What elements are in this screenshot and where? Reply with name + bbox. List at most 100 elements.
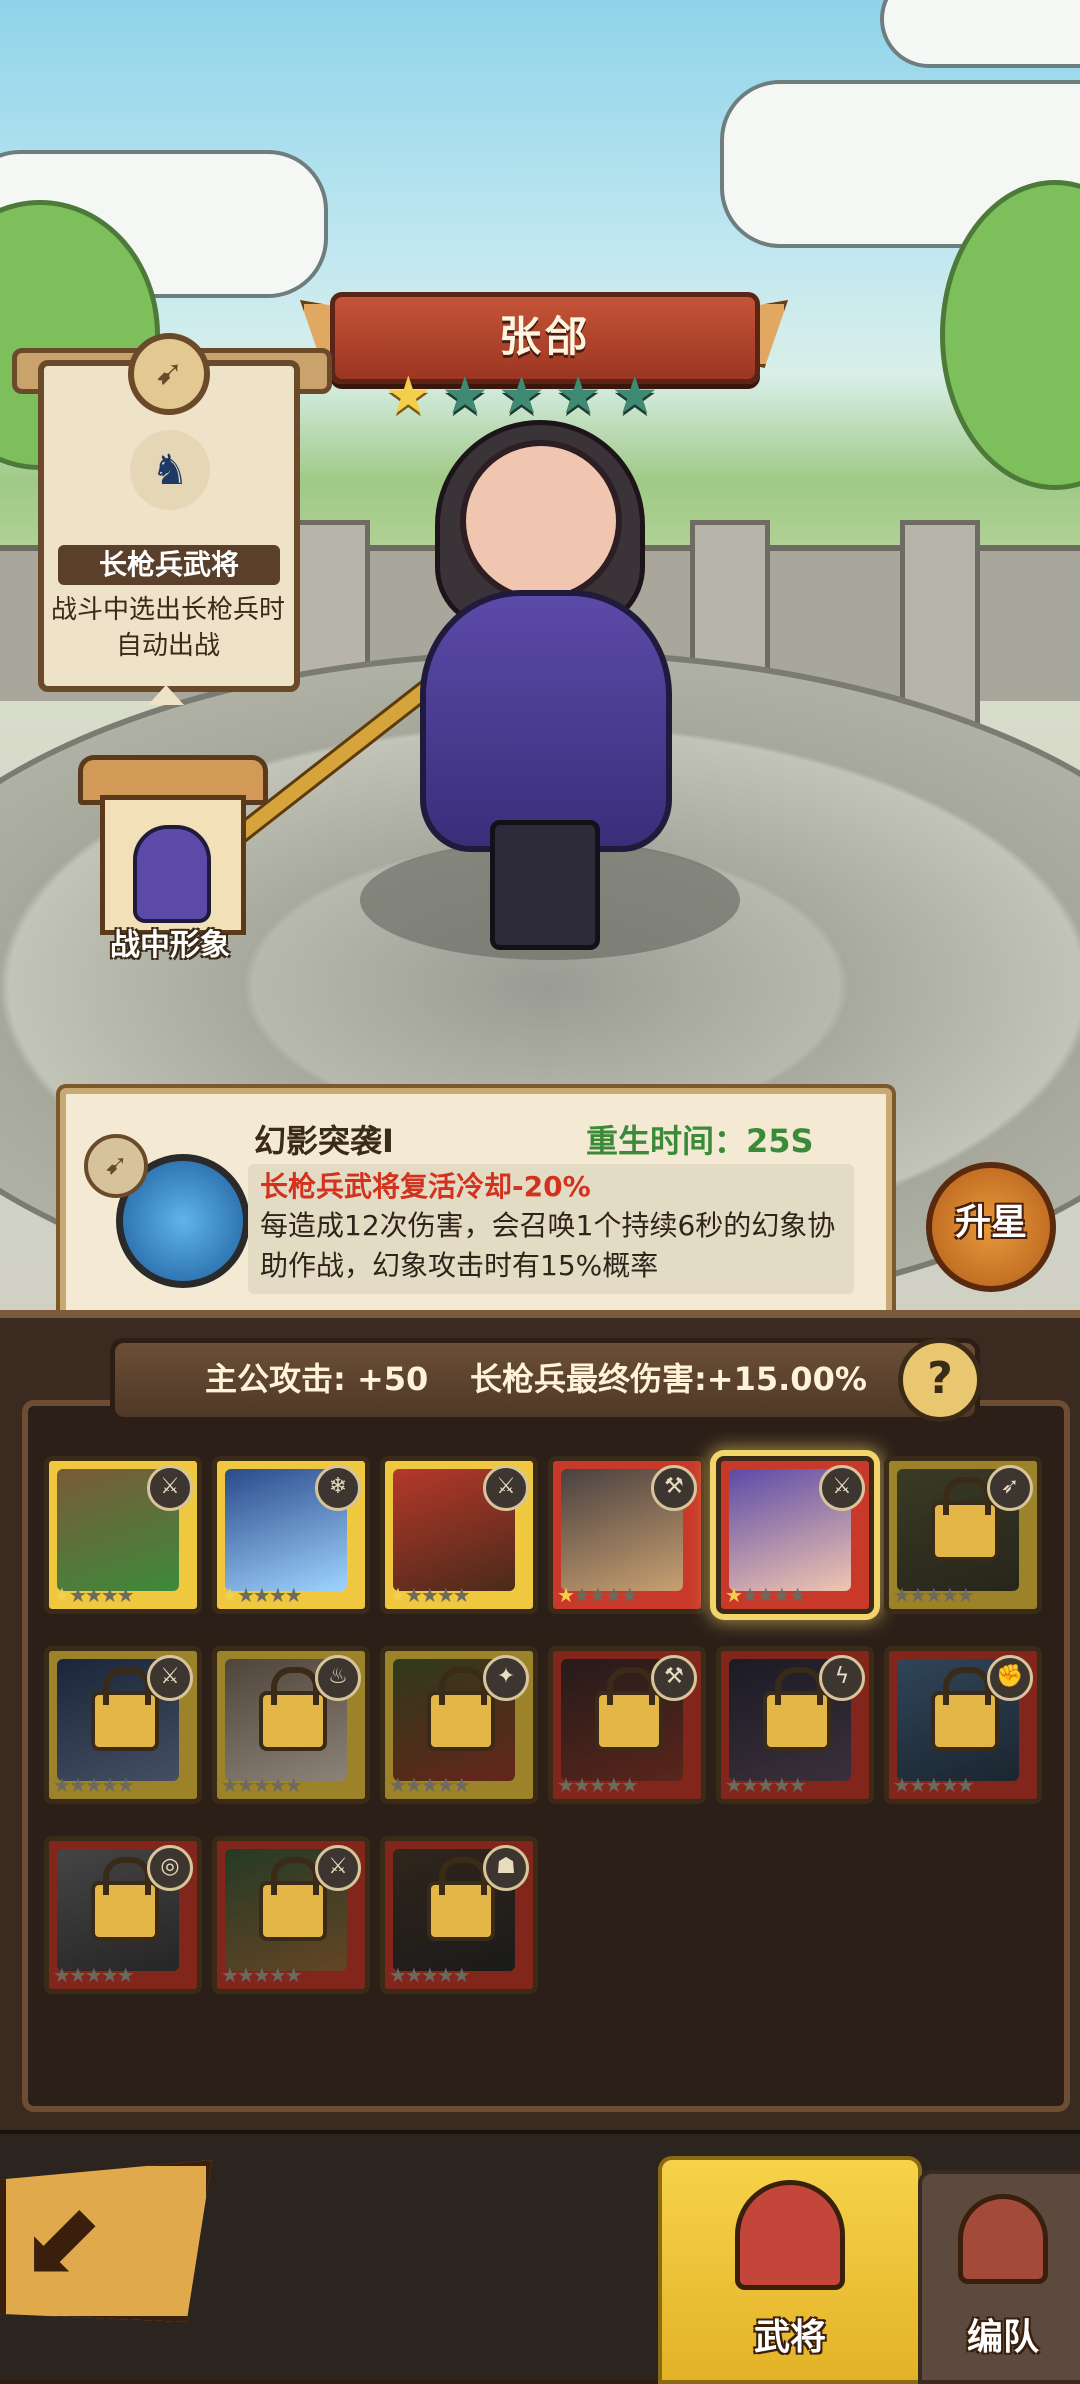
hero-card[interactable]: ⚒ ★★★★★ bbox=[548, 1456, 706, 1614]
bonus-stats-bar: 主公攻击: +50 长枪兵最终伤害:+15.00% bbox=[110, 1338, 980, 1422]
scroll-pointer-icon bbox=[148, 685, 184, 705]
star-empty-icon: ★ bbox=[436, 1583, 455, 1607]
lord-attack-stat: 主公攻击: +50 bbox=[205, 1360, 429, 1398]
star-empty-icon: ★ bbox=[588, 1583, 607, 1607]
card-star-rating: ★★★★★ bbox=[53, 1583, 135, 1607]
team-helmet-icon bbox=[958, 2194, 1048, 2284]
star-empty-icon: ★ bbox=[452, 1583, 471, 1607]
hero-card[interactable]: ✊ ★★★★★ bbox=[884, 1646, 1042, 1804]
hero-card[interactable]: ♨ ★★★★★ bbox=[212, 1646, 370, 1804]
star-empty-icon: ★ bbox=[268, 1963, 287, 1987]
hero-card[interactable]: ⚒ ★★★★★ bbox=[548, 1646, 706, 1804]
lock-icon bbox=[259, 1857, 327, 1941]
lock-icon bbox=[595, 1667, 663, 1751]
skill-highlight: 长枪兵武将复活冷却-20% bbox=[260, 1170, 591, 1203]
back-arrow-icon: ⬋ bbox=[20, 2181, 104, 2298]
upgrade-star-button[interactable]: 升星 bbox=[926, 1162, 1056, 1292]
card-star-rating: ★★★★★ bbox=[725, 1773, 807, 1797]
star-empty-icon: ★ bbox=[100, 1773, 119, 1797]
star-empty-icon: ★ bbox=[772, 1583, 791, 1607]
hero-card[interactable]: ⚔ ★★★★★ bbox=[716, 1456, 874, 1614]
lock-icon bbox=[763, 1667, 831, 1751]
hero-card[interactable]: ϟ ★★★★★ bbox=[716, 1646, 874, 1804]
wind-icon: ✦ bbox=[483, 1655, 529, 1701]
star-empty-icon: ★ bbox=[236, 1963, 255, 1987]
star-empty-icon: ★ bbox=[236, 1583, 255, 1607]
star-empty-icon: ★ bbox=[908, 1773, 927, 1797]
star-empty-icon: ★ bbox=[772, 1773, 791, 1797]
lock-icon bbox=[931, 1667, 999, 1751]
hero-card[interactable]: ☗ ★★★★★ bbox=[380, 1836, 538, 1994]
hero-card[interactable]: ❄ ★★★★★ bbox=[212, 1456, 370, 1614]
skill-description-box[interactable]: 长枪兵武将复活冷却-20% 每造成12次伤害，会召唤1个持续6秒的幻象协助作战，… bbox=[248, 1164, 854, 1294]
star-empty-icon: ★ bbox=[956, 1773, 975, 1797]
card-star-rating: ★★★★★ bbox=[893, 1583, 975, 1607]
lock-icon bbox=[91, 1857, 159, 1941]
lightning-icon: ϟ bbox=[819, 1655, 865, 1701]
card-star-rating: ★★★★★ bbox=[893, 1773, 975, 1797]
star-empty-icon: ★ bbox=[84, 1963, 103, 1987]
skill-name: 幻影突袭Ⅰ bbox=[254, 1122, 394, 1160]
fire-icon: ♨ bbox=[315, 1655, 361, 1701]
battle-image-button[interactable] bbox=[78, 755, 268, 935]
hero-card[interactable]: ◎ ★★★★★ bbox=[44, 1836, 202, 1994]
star-empty-icon: ★ bbox=[572, 1773, 591, 1797]
crossed-swords-icon: ⚔ bbox=[315, 1845, 361, 1891]
spear-class-icon: ➹ bbox=[128, 333, 210, 415]
star-empty-icon: ★ bbox=[924, 1583, 943, 1607]
star-empty-icon: ★ bbox=[604, 1583, 623, 1607]
tab-team-label: 编队 bbox=[966, 2317, 1039, 2358]
star-empty-icon: ★ bbox=[893, 1773, 911, 1797]
star-empty-icon: ★ bbox=[252, 1773, 271, 1797]
star-empty-icon: ★ bbox=[924, 1773, 943, 1797]
star-empty-icon: ★ bbox=[725, 1773, 743, 1797]
tab-generals[interactable]: 武将 bbox=[658, 2156, 922, 2384]
star-empty-icon: ★ bbox=[420, 1963, 439, 1987]
star-empty-icon: ★ bbox=[740, 1773, 759, 1797]
tab-team[interactable]: 编队 bbox=[918, 2170, 1080, 2384]
axe-icon: ⚒ bbox=[651, 1465, 697, 1511]
fist-icon: ✊ bbox=[987, 1655, 1033, 1701]
card-star-rating: ★★★★★ bbox=[725, 1583, 807, 1607]
star-empty-icon: ★ bbox=[572, 1583, 591, 1607]
star-empty-icon: ★ bbox=[284, 1773, 303, 1797]
skill-panel[interactable]: ➹ 幻影突袭Ⅰ 重生时间：25S 长枪兵武将复活冷却-20% 每造成12次伤害，… bbox=[60, 1088, 892, 1322]
star-filled-icon: ★ bbox=[725, 1583, 743, 1607]
spear-skill-badge-icon: ➹ bbox=[84, 1134, 148, 1198]
star-empty-icon: ★ bbox=[284, 1583, 303, 1607]
hero-card[interactable]: ⚔ ★★★★★ bbox=[380, 1456, 538, 1614]
lock-icon bbox=[427, 1857, 495, 1941]
star-empty-icon: ★ bbox=[268, 1583, 287, 1607]
star-empty-icon: ★ bbox=[284, 1963, 303, 1987]
star-empty-icon: ★ bbox=[452, 1773, 471, 1797]
hero-card[interactable]: ✦ ★★★★★ bbox=[380, 1646, 538, 1804]
hero-legs bbox=[490, 820, 600, 950]
lock-icon bbox=[427, 1667, 495, 1751]
star-empty-icon: ★ bbox=[84, 1773, 103, 1797]
hero-card[interactable]: ⚔ ★★★★★ bbox=[44, 1646, 202, 1804]
star-empty-icon: ★ bbox=[116, 1963, 135, 1987]
star-empty-icon: ★ bbox=[236, 1773, 255, 1797]
tab-generals-label: 武将 bbox=[753, 2317, 826, 2358]
axe-icon: ⚒ bbox=[651, 1655, 697, 1701]
star-empty-icon: ★ bbox=[389, 1773, 407, 1797]
star-empty-icon: ★ bbox=[620, 1583, 639, 1607]
star-filled-icon: ★ bbox=[389, 1583, 407, 1607]
star-empty-icon: ★ bbox=[221, 1773, 239, 1797]
help-button[interactable]: ? bbox=[898, 1338, 982, 1422]
card-star-rating: ★★★★★ bbox=[221, 1583, 303, 1607]
hero-face bbox=[460, 440, 622, 602]
lock-icon bbox=[91, 1667, 159, 1751]
hero-card[interactable]: ➶ ★★★★★ bbox=[884, 1456, 1042, 1614]
star-empty-icon: ★ bbox=[100, 1583, 119, 1607]
star-empty-icon: ★ bbox=[252, 1963, 271, 1987]
star-empty-icon: ★ bbox=[788, 1583, 807, 1607]
hero-card[interactable]: ⚔ ★★★★★ bbox=[212, 1836, 370, 1994]
sword-icon: ⚔ bbox=[147, 1465, 193, 1511]
star-empty-icon: ★ bbox=[68, 1963, 87, 1987]
hero-card[interactable]: ⚔ ★★★★★ bbox=[44, 1456, 202, 1614]
star-empty-icon: ★ bbox=[452, 1963, 471, 1987]
star-empty-icon: ★ bbox=[100, 1963, 119, 1987]
hero-portrait[interactable] bbox=[213, 400, 750, 950]
role-description: 战斗中选出长枪兵时自动出战 bbox=[50, 595, 285, 661]
